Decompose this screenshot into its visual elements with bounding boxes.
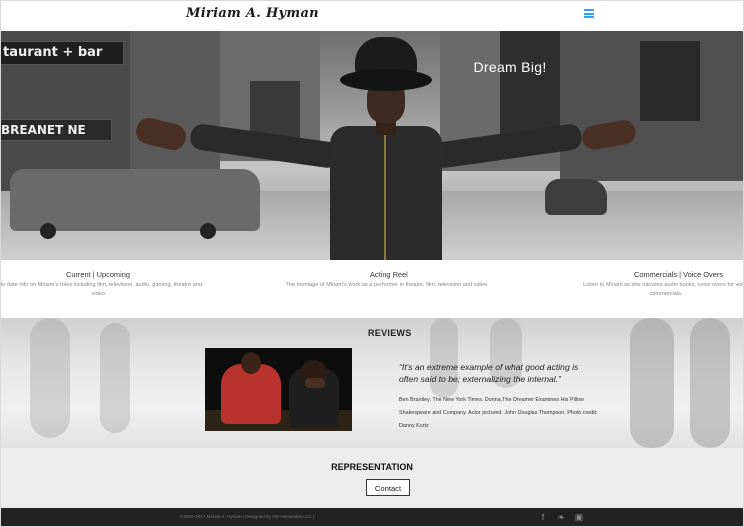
review-quote: “It's an extreme example of what good ac… — [399, 362, 579, 384]
feature-title[interactable]: Acting Reel — [370, 270, 408, 279]
feature-text: p to date info on Miriam's roles includi… — [0, 282, 202, 297]
taxi-car — [10, 169, 260, 231]
footer-copyright: ©2016-2017 Miriam A. Hyman | Designed by… — [180, 514, 315, 519]
restaurant-sign: taurant + bar — [0, 41, 124, 65]
site-footer: ©2016-2017 Miriam A. Hyman | Designed by… — [0, 508, 744, 527]
contact-button[interactable]: Contact — [366, 479, 410, 496]
site-logo[interactable]: Miriam A. Hyman — [186, 6, 319, 21]
instagram-icon[interactable]: ▣ — [574, 512, 584, 522]
feature-text: Listen to Miriam as she narrates audio b… — [583, 282, 744, 297]
hamburger-menu-icon[interactable] — [584, 9, 594, 18]
neon-sign: BREANET NE — [0, 119, 112, 141]
review-photo — [205, 348, 352, 431]
background-car — [545, 179, 607, 215]
features-row: Current | Upcoming p to date info on Mir… — [0, 260, 744, 318]
site-header: Miriam A. Hyman — [0, 0, 744, 31]
facebook-icon[interactable]: f — [538, 512, 548, 522]
representation-title: REPRESENTATION — [331, 462, 413, 472]
twitter-icon[interactable]: ❧ — [556, 512, 566, 522]
review-credit: Ben Brantley, The New York Times. Donna,… — [399, 397, 598, 429]
reviews-title: REVIEWS — [368, 328, 412, 338]
feature-text: The montage of Miriam's work as a perfor… — [285, 282, 489, 288]
feature-title[interactable]: Commercials | Voice Overs — [634, 270, 723, 279]
representation-section: REPRESENTATION Contact — [0, 448, 744, 508]
feature-title[interactable]: Current | Upcoming — [66, 270, 130, 279]
hero-title: Dream Big! — [473, 59, 547, 75]
reviews-section: REVIEWS “It's an extreme example of what… — [0, 318, 744, 448]
hero-banner: taurant + bar BREANET NE Dream Big! — [0, 31, 744, 260]
